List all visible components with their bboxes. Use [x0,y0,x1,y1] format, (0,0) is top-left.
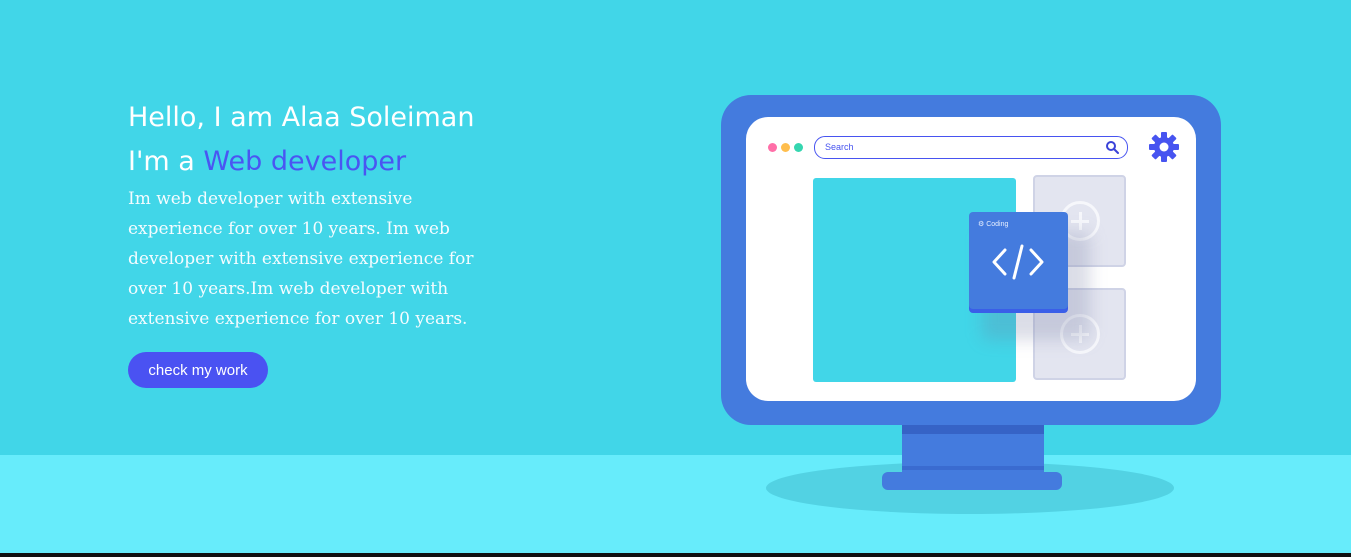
hero-intro: Hello, I am Alaa Soleiman I'm a Web deve… [128,96,498,334]
bottom-divider [0,553,1351,557]
check-my-work-button[interactable]: check my work [128,352,268,388]
monitor-base [882,472,1062,490]
search-placeholder: Search [825,142,854,152]
coding-card-label: ⚙ Coding [978,221,1009,228]
search-icon [1106,141,1119,154]
code-icon [992,244,1044,280]
hero-role: I'm a Web developer [128,140,498,184]
coding-card: ⚙ Coding [969,212,1068,309]
window-dot-yellow [781,143,790,152]
window-dot-green [794,143,803,152]
hero-description: Im web developer with extensive experien… [128,189,474,329]
window-dot-red [768,143,777,152]
role-prefix: I'm a [128,146,204,177]
gear-icon [1149,132,1179,162]
hero-greeting: Hello, I am Alaa Soleiman [128,102,475,133]
illustration-search-bar: Search [814,136,1128,159]
monitor-neck-line [902,466,1044,470]
role-highlight: Web developer [203,146,407,177]
floor-band [0,455,1351,557]
